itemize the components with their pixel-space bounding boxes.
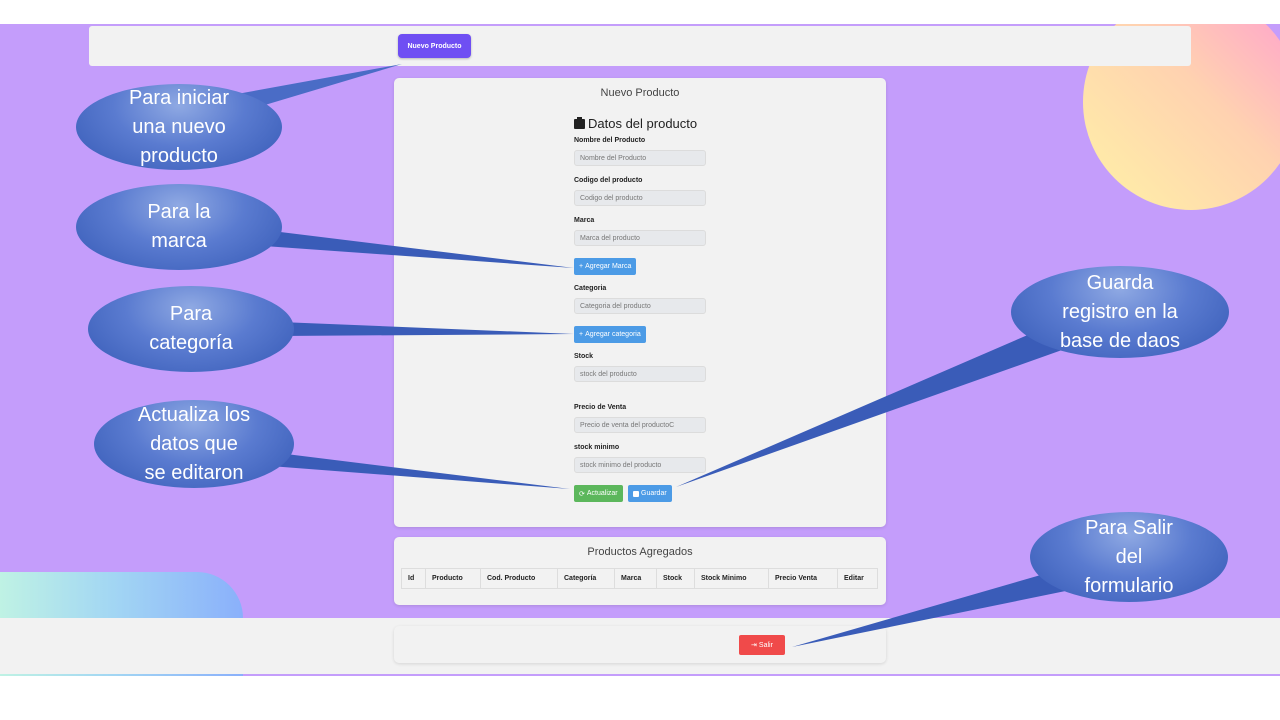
callout-exit-text: Para Salir del formulario [1084,516,1174,597]
pointer-category [280,322,574,336]
callout-save: Guarda registro en la base de daos [1011,266,1229,358]
callout-brand: Para la marca [76,184,282,270]
callout-update: Actualiza los datos que se editaron [94,400,294,488]
callout-exit: Para Salir del formulario [1030,512,1228,602]
callout-save-text: Guarda registro en la base de daos [1059,271,1181,352]
callout-new-product-text: Para iniciar una nuevo producto [128,86,230,167]
pointer-brand [264,230,574,268]
callout-category-text: Para categoría [149,303,233,354]
callout-new-product: Para iniciar una nuevo producto [76,84,282,170]
callout-brand-text: Para la marca [147,201,211,252]
pointer-update [270,452,570,489]
callout-update-text: Actualiza los datos que se editaron [137,403,251,484]
callout-category: Para categoría [88,286,294,372]
pointer-save [676,334,1062,487]
